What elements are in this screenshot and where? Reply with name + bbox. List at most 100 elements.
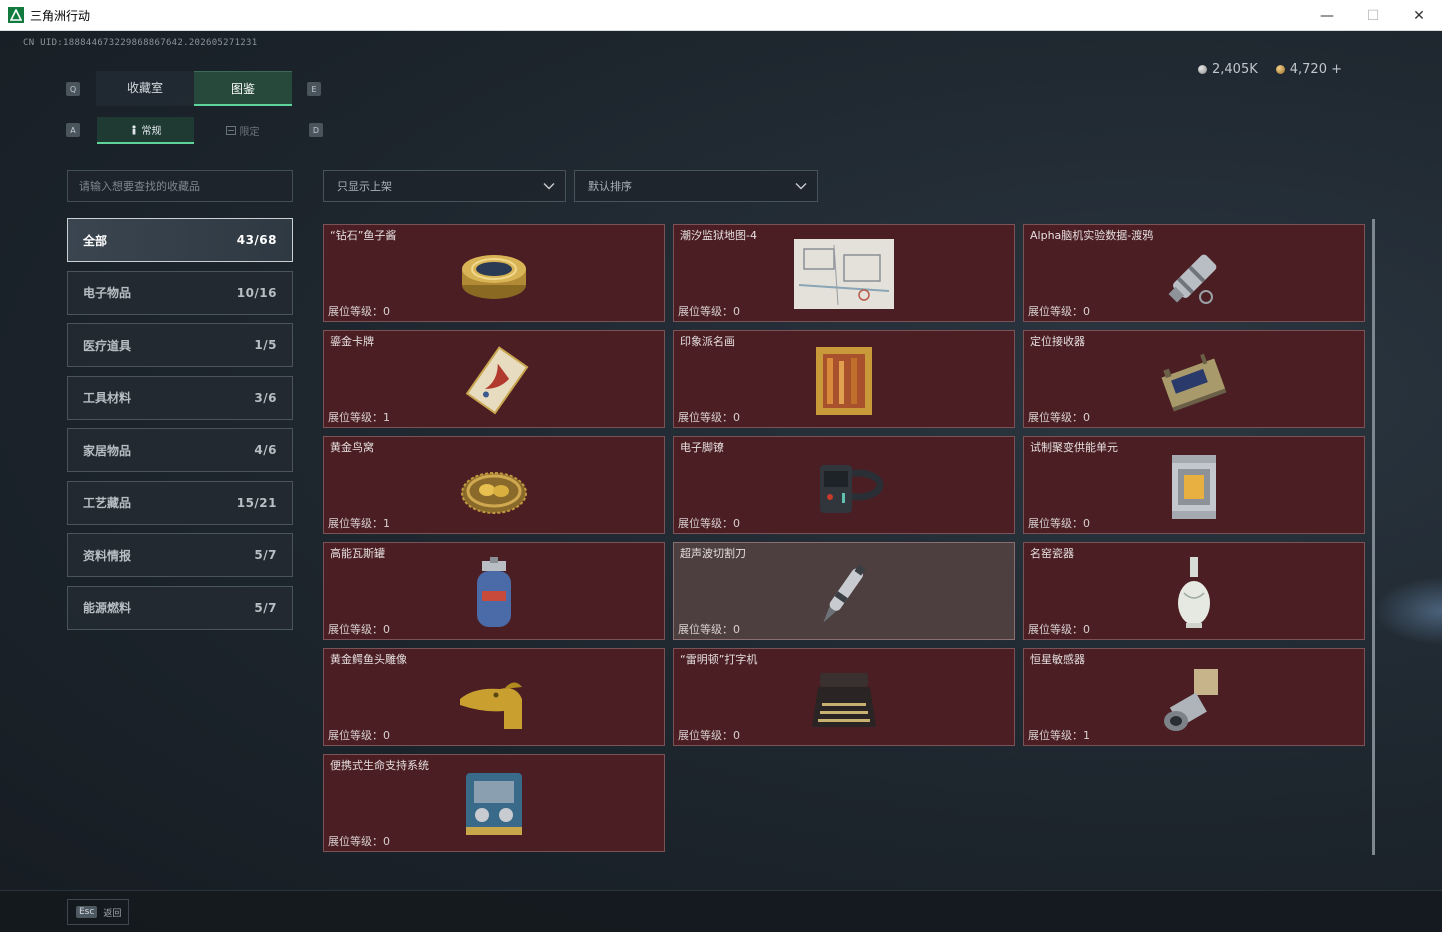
- golden-nest-icon: [461, 472, 527, 514]
- collectible-card[interactable]: 黄金鳄鱼头雕像 展位等级：0: [323, 648, 665, 746]
- level-label: 展位等级：: [1028, 623, 1083, 636]
- collectible-card[interactable]: 潮汐监狱地图-4 展位等级：0: [673, 224, 1015, 322]
- collectible-card[interactable]: 名窑瓷器 展位等级：0: [1023, 542, 1365, 640]
- gilded-card-icon: [465, 346, 529, 415]
- app-logo-icon: [8, 7, 24, 23]
- item-level: 展位等级：0: [678, 409, 740, 425]
- shelf-filter-dropdown[interactable]: 只显示上架: [323, 170, 566, 202]
- level-value: 1: [383, 411, 390, 424]
- grid-scrollbar[interactable]: [1372, 219, 1375, 855]
- tab-collection-room[interactable]: 收藏室: [96, 71, 194, 106]
- category-count: 15/21: [236, 495, 277, 510]
- ankle-monitor-icon: [820, 465, 884, 513]
- collectible-card[interactable]: 高能瓦斯罐 展位等级：0: [323, 542, 665, 640]
- category-count: 5/7: [254, 600, 277, 615]
- collectible-card[interactable]: 试制聚变供能单元 展位等级：0: [1023, 436, 1365, 534]
- window-titlebar: 三角洲行动 — ☐ ✕: [0, 0, 1442, 31]
- subtab-regular[interactable]: 常规: [97, 117, 194, 144]
- sort-value: 默认排序: [588, 180, 632, 193]
- collectible-card[interactable]: Alpha脑机实验数据-渡鸦 展位等级：0: [1023, 224, 1365, 322]
- level-label: 展位等级：: [678, 305, 733, 318]
- item-name: 黄金鸟窝: [330, 441, 374, 454]
- category-count: 10/16: [236, 285, 277, 300]
- gold-currency[interactable]: 4,720 +: [1275, 62, 1342, 77]
- level-label: 展位等级：: [328, 729, 383, 742]
- collectible-card[interactable]: 便携式生命支持系统 展位等级：0: [323, 754, 665, 852]
- chevron-down-icon: [543, 183, 555, 190]
- esc-key-icon: Esc: [76, 906, 98, 918]
- subtab-limited[interactable]: 限定: [194, 117, 291, 144]
- minimize-button[interactable]: —: [1304, 0, 1350, 31]
- category-medical[interactable]: 医疗道具 1/5: [67, 323, 293, 367]
- level-value: 0: [383, 623, 390, 636]
- item-level: 展位等级：0: [1028, 621, 1090, 637]
- item-name: 试制聚变供能单元: [1030, 441, 1118, 454]
- level-value: 0: [383, 305, 390, 318]
- level-label: 展位等级：: [328, 623, 383, 636]
- item-name: 高能瓦斯罐: [330, 547, 385, 560]
- category-intel[interactable]: 资料情报 5/7: [67, 533, 293, 577]
- close-button[interactable]: ✕: [1396, 0, 1442, 31]
- category-count: 4/6: [254, 443, 277, 457]
- item-level: 展位等级：1: [328, 515, 390, 531]
- category-label: 电子物品: [83, 286, 132, 300]
- life-support-icon: [466, 773, 522, 835]
- level-label: 展位等级：: [678, 411, 733, 424]
- category-list: 全部 43/68 电子物品 10/16 医疗道具 1/5 工具材料 3/6 家居物品 4/…: [67, 218, 293, 638]
- collectible-card[interactable]: “雷明顿”打字机 展位等级：0: [673, 648, 1015, 746]
- level-label: 展位等级：: [1028, 305, 1083, 318]
- category-electronics[interactable]: 电子物品 10/16: [67, 270, 293, 315]
- category-count: 43/68: [236, 233, 277, 247]
- collectible-card[interactable]: 黄金鸟窝 展位等级：1: [323, 436, 665, 534]
- tab-catalog[interactable]: 图鉴: [194, 71, 292, 106]
- category-household[interactable]: 家居物品 4/6: [67, 428, 293, 472]
- category-count: 1/5: [254, 338, 277, 352]
- collectible-card[interactable]: 超声波切割刀 展位等级：0: [673, 542, 1015, 640]
- category-tools[interactable]: 工具材料 3/6: [67, 375, 293, 420]
- level-value: 1: [1083, 729, 1090, 742]
- collectible-card[interactable]: 鎏金卡牌 展位等级：1: [323, 330, 665, 428]
- item-level: 展位等级：0: [328, 621, 390, 637]
- item-name: 名窑瓷器: [1030, 547, 1074, 560]
- level-value: 1: [383, 517, 390, 530]
- painting-icon: [816, 347, 872, 415]
- subtab-regular-label: 常规: [141, 126, 162, 137]
- search-input[interactable]: 请输入想要查找的收藏品: [67, 170, 293, 202]
- level-value: 0: [1083, 517, 1090, 530]
- game-viewport: CN UID:188844673229868867642.20260527123…: [0, 31, 1442, 932]
- back-label: 返回: [103, 908, 122, 919]
- item-name: 恒星敏感器: [1030, 653, 1085, 666]
- level-value: 0: [1083, 411, 1090, 424]
- key-hint-q: Q: [66, 82, 80, 96]
- receiver-icon: [1161, 353, 1227, 412]
- collectible-card[interactable]: 恒星敏感器 展位等级：1: [1023, 648, 1365, 746]
- level-value: 0: [733, 729, 740, 742]
- key-hint-d: D: [309, 123, 323, 137]
- back-button[interactable]: Esc 返回: [67, 899, 129, 925]
- porcelain-vase-icon: [1178, 557, 1210, 628]
- collectible-card[interactable]: “钻石”鱼子酱 展位等级：0: [323, 224, 665, 322]
- level-value: 0: [1083, 623, 1090, 636]
- item-level: 展位等级：0: [678, 727, 740, 743]
- item-name: 印象派名画: [680, 335, 735, 348]
- item-level: 展位等级：0: [328, 727, 390, 743]
- item-name: 便携式生命支持系统: [330, 759, 429, 772]
- category-all[interactable]: 全部 43/68: [67, 218, 293, 262]
- category-energy[interactable]: 能源燃料 5/7: [67, 585, 293, 630]
- level-value: 0: [733, 305, 740, 318]
- level-label: 展位等级：: [328, 517, 383, 530]
- gold-amount[interactable]: 4,720 +: [1290, 62, 1342, 77]
- category-crafts[interactable]: 工艺藏品 15/21: [67, 480, 293, 525]
- shelf-filter-value: 只显示上架: [337, 180, 392, 193]
- collectible-card[interactable]: 电子脚镣 展位等级：0: [673, 436, 1015, 534]
- collectible-card[interactable]: 印象派名画 展位等级：0: [673, 330, 1015, 428]
- key-hint-a: A: [66, 123, 80, 137]
- sort-dropdown[interactable]: 默认排序: [574, 170, 818, 202]
- item-level: 展位等级：1: [1028, 727, 1090, 743]
- player-uid: CN UID:188844673229868867642.20260527123…: [23, 38, 258, 48]
- star-sensor-icon: [1164, 669, 1218, 731]
- maximize-button[interactable]: ☐: [1350, 0, 1396, 31]
- collectible-card[interactable]: 定位接收器 展位等级：0: [1023, 330, 1365, 428]
- main-tabs: 收藏室 图鉴: [96, 71, 292, 106]
- level-value: 0: [383, 729, 390, 742]
